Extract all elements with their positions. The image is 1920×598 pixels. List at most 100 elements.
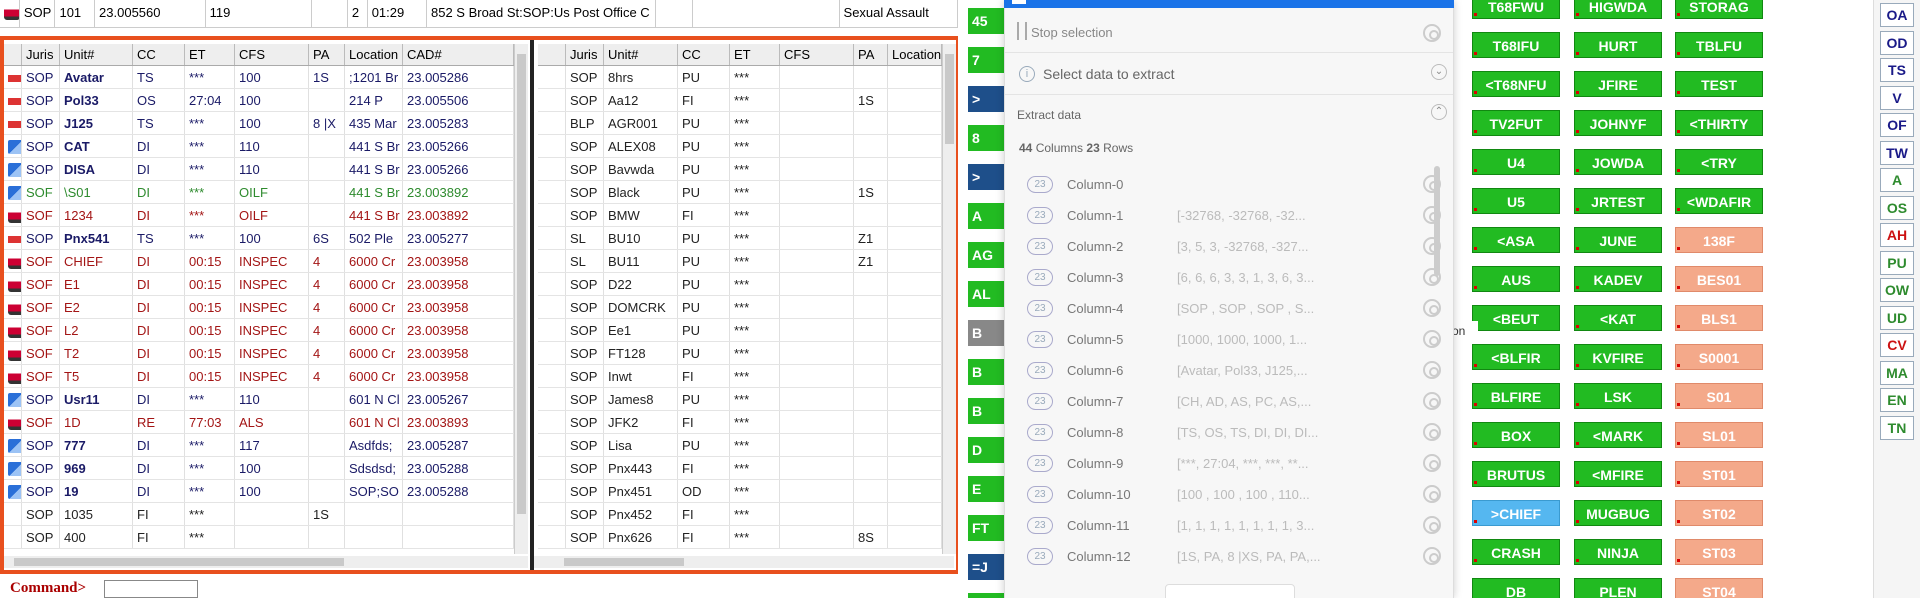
status-code-button[interactable]: OA (1880, 3, 1914, 27)
status-code-button[interactable]: OD (1880, 30, 1914, 55)
select-data-label[interactable]: Select data to extract (1043, 66, 1175, 82)
table-row[interactable]: SOP D22 PU *** (538, 273, 942, 296)
column-settings-gear-icon[interactable] (1423, 454, 1441, 472)
extract-column-row[interactable]: 23 Column-10 [100 , 100 , 100 , 110... (1021, 480, 1441, 510)
status-code-button[interactable]: CV (1880, 333, 1914, 357)
table-row[interactable]: SOF CHIEF DI 00:15 INSPEC 4 6000 Cr 23.003958 (4, 250, 514, 273)
extract-column-row[interactable]: 23 Column-4 [SOP , SOP , SOP , S... (1021, 294, 1441, 324)
table-row[interactable]: SOP JFK2 FI *** (538, 411, 942, 434)
extract-column-row[interactable]: 23 Column-3 [6, 6, 6, 3, 3, 1, 3, 6, 3... (1021, 263, 1441, 293)
table-row[interactable]: SOF T2 DI 00:15 INSPEC 4 6000 Cr 23.003958 (4, 342, 514, 365)
header-pa-2[interactable]: PA (854, 44, 888, 65)
table-row[interactable]: SOF 1D RE 77:03 ALS 601 N Cl 23.003893 (4, 411, 514, 434)
status-code-button[interactable]: TW (1880, 140, 1914, 165)
action-button[interactable]: BES01 (1675, 266, 1763, 292)
action-button[interactable]: JOHNYF (1574, 110, 1662, 136)
action-button[interactable]: <BLFIR (1472, 344, 1560, 370)
table-row[interactable]: SOP Pnx541 TS *** 100 6S 502 Ple 23.005277 (4, 227, 514, 250)
table-row[interactable]: BLP AGR001 PU *** (538, 112, 942, 135)
action-button[interactable]: JRTEST (1574, 188, 1662, 214)
header-pa[interactable]: PA (309, 44, 345, 65)
column-settings-gear-icon[interactable] (1423, 547, 1441, 565)
header-location[interactable]: Location (345, 44, 403, 65)
table-row[interactable]: SOP 969 DI *** 100 Sdsdsd; 23.005288 (4, 457, 514, 480)
table-row[interactable]: SOF \S01 DI *** OILF 441 S Br 23.003892 (4, 181, 514, 204)
status-code-button[interactable]: TN (1880, 415, 1914, 440)
incident-row[interactable]: SOP 101 23.005560 119 2 01:29 852 S Broa… (0, 0, 958, 28)
action-button[interactable]: U5 (1472, 188, 1560, 214)
action-button[interactable]: <KAT (1574, 305, 1662, 331)
action-button[interactable]: PLEN (1574, 578, 1662, 598)
table-row[interactable]: SOP Usr11 DI *** 110 601 N Cl 23.005267 (4, 388, 514, 411)
add-button[interactable] (1165, 584, 1295, 598)
chevron-up-icon[interactable]: ⌃ (1431, 104, 1447, 120)
action-button[interactable]: <MFIRE (1574, 461, 1662, 487)
header-unit-2[interactable]: Unit# (604, 44, 678, 65)
action-button[interactable]: MUGBUG (1574, 500, 1662, 526)
table-row[interactable]: SOP Bavwda PU *** (538, 158, 942, 181)
action-button[interactable]: <T68NFU (1472, 71, 1560, 97)
table-row[interactable]: SOP 777 DI *** 117 Asdfds; 23.005287 (4, 434, 514, 457)
header-et-2[interactable]: ET (730, 44, 780, 65)
table-row[interactable]: SOP Ee1 PU *** (538, 319, 942, 342)
action-button[interactable]: 138F (1675, 227, 1763, 253)
status-code-button[interactable]: UD (1880, 305, 1914, 330)
extract-column-row[interactable]: 23 Column-11 [1, 1, 1, 1, 1, 1, 1, 1, 3... (1021, 511, 1441, 541)
table-row[interactable]: SOP 19 DI *** 100 SOP;SO 23.005288 (4, 480, 514, 503)
action-button[interactable]: CRASH (1472, 539, 1560, 565)
extract-scrollbar[interactable] (1434, 166, 1440, 276)
table-row[interactable]: SOP Aa12 FI *** 1S (538, 89, 942, 112)
chevron-down-icon[interactable]: ⌄ (1431, 64, 1447, 80)
table-row[interactable]: SOP Black PU *** 1S (538, 181, 942, 204)
column-settings-gear-icon[interactable] (1423, 299, 1441, 317)
status-code-button[interactable]: OS (1880, 195, 1914, 220)
column-settings-gear-icon[interactable] (1423, 361, 1441, 379)
action-button[interactable]: DB (1472, 578, 1560, 598)
action-button[interactable]: HIGWDA (1574, 0, 1662, 19)
column-settings-gear-icon[interactable] (1423, 392, 1441, 410)
table-row[interactable]: SOP Lisa PU *** (538, 434, 942, 457)
action-button[interactable]: <ASA (1472, 227, 1560, 253)
table-row[interactable]: SOF 1234 DI *** OILF 441 S Br 23.003892 (4, 204, 514, 227)
status-code-button[interactable]: PU (1880, 250, 1914, 275)
action-button[interactable]: <MARK (1574, 422, 1662, 448)
extract-column-row[interactable]: 23 Column-0 (1021, 170, 1441, 200)
header-juris[interactable]: Juris (22, 44, 60, 65)
action-button[interactable]: ST01 (1675, 461, 1763, 487)
status-code-button[interactable]: MA (1880, 360, 1914, 385)
settings-gear-icon[interactable] (1423, 24, 1441, 42)
table-row[interactable]: SOP ALEX08 PU *** (538, 135, 942, 158)
action-button[interactable]: TEST (1675, 71, 1763, 97)
action-button[interactable]: JUNE (1574, 227, 1662, 253)
table-row[interactable]: SL BU11 PU *** Z1 (538, 250, 942, 273)
header-juris-2[interactable]: Juris (566, 44, 604, 65)
action-button[interactable]: BLFIRE (1472, 383, 1560, 409)
table-row[interactable]: SOP Pnx626 FI *** 8S (538, 526, 942, 549)
table-row[interactable]: SOP Avatar TS *** 100 1S ;1201 Br 23.005286 (4, 66, 514, 89)
table-row[interactable]: SOP Inwt FI *** (538, 365, 942, 388)
header-cad[interactable]: CAD# (403, 44, 514, 65)
status-code-button[interactable]: A (1880, 168, 1914, 192)
table-row[interactable]: SOP Pol33 OS 27:04 100 214 P 23.005506 (4, 89, 514, 112)
table-row[interactable]: SOP CAT DI *** 110 441 S Br 23.005266 (4, 135, 514, 158)
extract-column-row[interactable]: 23 Column-8 [TS, OS, TS, DI, DI, DI... (1021, 418, 1441, 448)
action-button[interactable]: S01 (1675, 383, 1763, 409)
action-button[interactable]: BLS1 (1675, 305, 1763, 331)
action-button[interactable]: TV2FUT (1472, 110, 1560, 136)
action-button[interactable]: BRUTUS (1472, 461, 1560, 487)
table-row[interactable]: SL BU10 PU *** Z1 (538, 227, 942, 250)
table-row[interactable]: SOP Pnx443 FI *** (538, 457, 942, 480)
action-button[interactable]: LSK (1574, 383, 1662, 409)
command-input[interactable] (104, 580, 198, 598)
extract-column-row[interactable]: 23 Column-1 [-32768, -32768, -32... (1021, 201, 1441, 231)
action-button[interactable]: ST02 (1675, 500, 1763, 526)
action-button[interactable]: JOWDA (1574, 149, 1662, 175)
available-units-hscroll[interactable] (534, 556, 954, 568)
action-button[interactable]: ST03 (1675, 539, 1763, 565)
header-cfs[interactable]: CFS (235, 44, 309, 65)
action-button[interactable]: <TRY (1675, 149, 1763, 175)
action-button[interactable]: AUS (1472, 266, 1560, 292)
extract-column-row[interactable]: 23 Column-7 [CH, AD, AS, PC, AS,... (1021, 387, 1441, 417)
table-row[interactable]: SOP Pnx451 OD *** (538, 480, 942, 503)
action-button[interactable]: S0001 (1675, 344, 1763, 370)
